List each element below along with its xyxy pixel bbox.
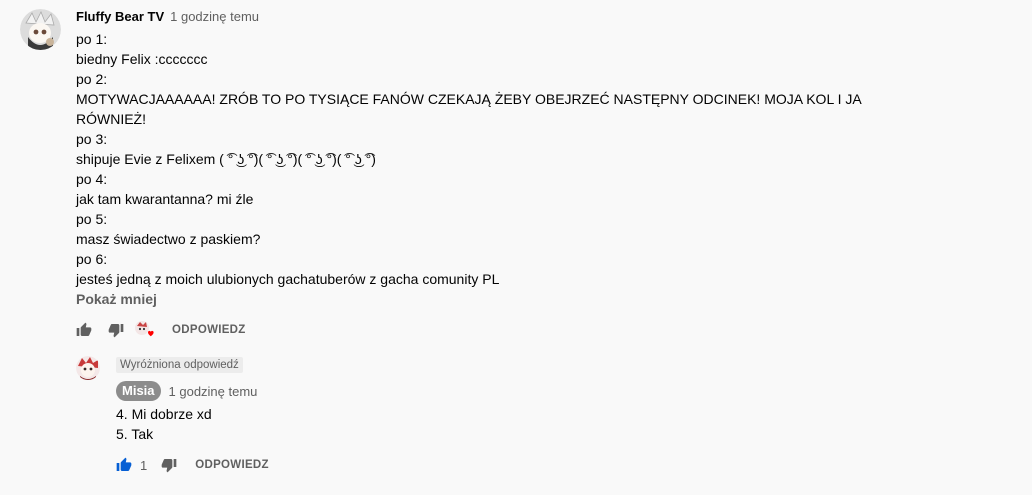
comment-line: po 5: <box>76 211 108 227</box>
comment-line: jesteś jedną z moich ulubionych gachatub… <box>76 271 500 287</box>
comment-line: jak tam kwarantanna? mi źle <box>76 191 254 207</box>
like-button[interactable] <box>76 322 92 338</box>
reply-author-name[interactable]: Misia <box>116 381 161 401</box>
reply-line: 5. Tak <box>116 426 154 442</box>
reply-timestamp[interactable]: 1 godzinę temu <box>169 384 258 399</box>
reply-actions: 1 ODPOWIEDZ <box>116 455 269 475</box>
reply-author-avatar[interactable] <box>76 356 100 380</box>
dislike-button[interactable] <box>108 322 124 338</box>
comment-text: po 1: biedny Felix :ccccccc po 2: MOTYWA… <box>76 29 876 289</box>
comment-line: po 6: <box>76 251 108 267</box>
highlighted-reply-badge: Wyróżniona odpowiedź <box>116 357 243 373</box>
comment-line: shipuje Evie z Felixem ( ͡° ͜ʖ ͡°)( ͡° ͜… <box>76 151 376 167</box>
creator-heart <box>134 320 154 340</box>
comment-line: po 1: <box>76 31 108 47</box>
reply-button[interactable]: ODPOWIEDZ <box>172 324 246 336</box>
thumb-up-icon <box>76 322 92 336</box>
thumb-up-icon <box>116 457 132 471</box>
thumb-down-icon <box>161 459 177 473</box>
comment-line: masz świadectwo z paskiem? <box>76 231 261 247</box>
thumb-down-icon <box>108 324 124 338</box>
reply-header: Misia 1 godzinę temu <box>116 381 257 401</box>
comment-line: MOTYWACJAAAAAA! ZRÓB TO PO TYSIĄCE FANÓW… <box>76 91 862 107</box>
comment-thread: Fluffy Bear TV 1 godzinę temu po 1: bied… <box>0 0 1032 495</box>
comment-line: po 3: <box>76 131 108 147</box>
reply-reply-button[interactable]: ODPOWIEDZ <box>195 459 269 471</box>
reply-dislike-button[interactable] <box>161 457 177 473</box>
comment-line: po 2: <box>76 71 108 87</box>
comment-line: po 4: <box>76 171 108 187</box>
creator-heart-icon <box>135 321 154 337</box>
reply-like-button[interactable] <box>116 457 132 473</box>
comment-line: RÓWNIEŻ! <box>76 111 146 127</box>
show-less-button[interactable]: Pokaż mniej <box>76 291 157 307</box>
reply-text: 4. Mi dobrze xd 5. Tak <box>116 404 716 444</box>
author-name[interactable]: Fluffy Bear TV <box>76 9 164 24</box>
comment-actions: ODPOWIEDZ <box>76 320 246 340</box>
reply-like-count: 1 <box>140 457 148 473</box>
comment-header: Fluffy Bear TV 1 godzinę temu <box>76 8 259 24</box>
comment-line: biedny Felix :ccccccc <box>76 51 208 67</box>
comment-timestamp[interactable]: 1 godzinę temu <box>170 9 259 24</box>
reply-line: 4. Mi dobrze xd <box>116 406 212 422</box>
author-avatar[interactable] <box>20 9 61 50</box>
